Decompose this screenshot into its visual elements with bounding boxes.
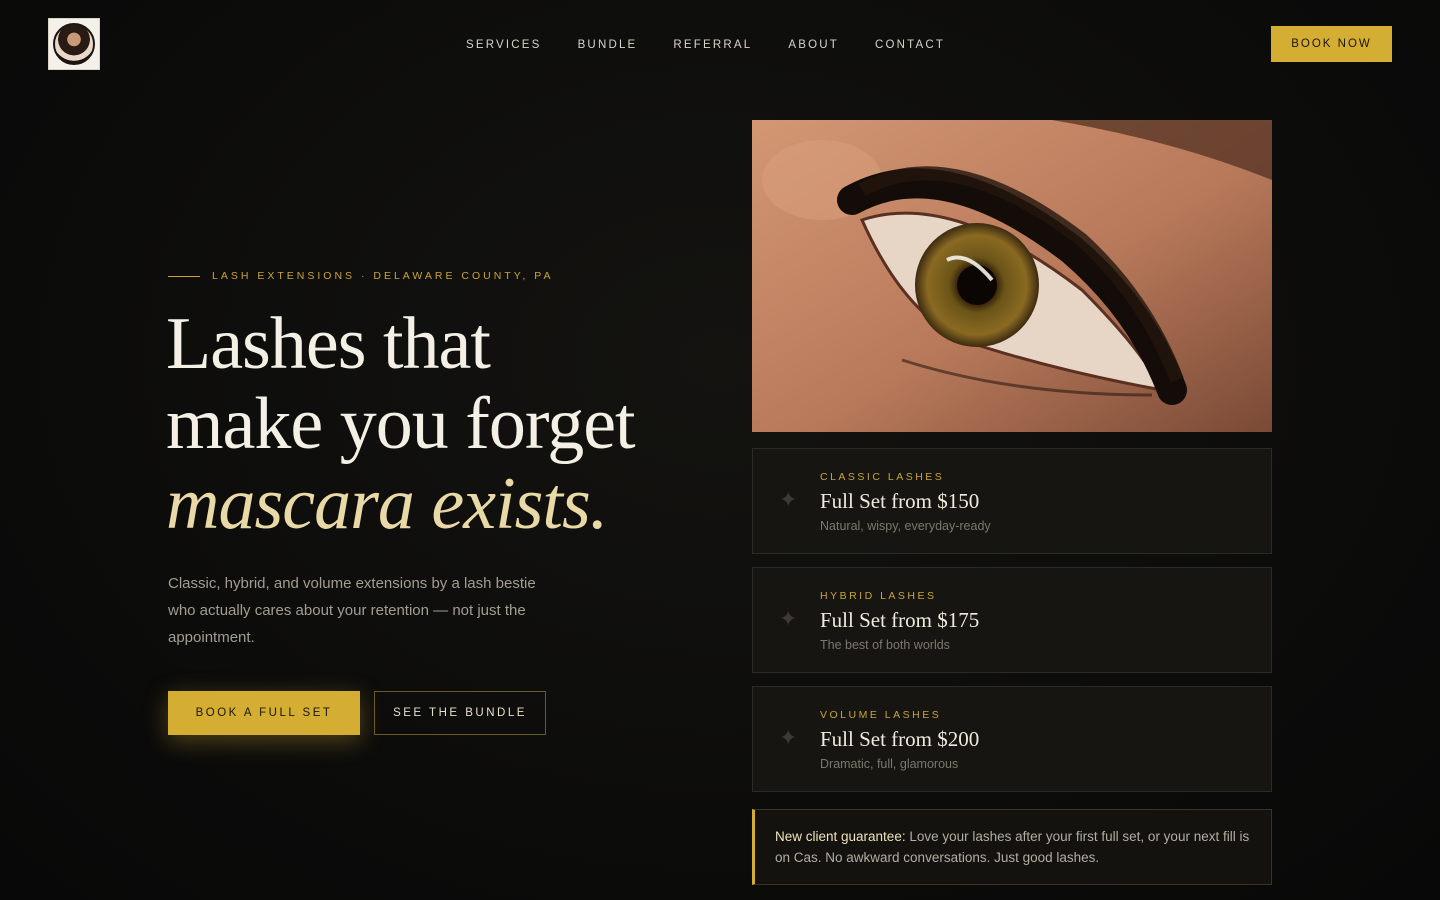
sparkle-icon: ✦: [779, 487, 798, 512]
main-nav: SERVICES BUNDLE REFERRAL ABOUT CONTACT: [466, 38, 981, 52]
logo-avatar-icon: [53, 23, 95, 65]
hero-headline: Lashes that make you forget mascara exis…: [166, 304, 686, 544]
eye-illustration: [752, 120, 1272, 432]
hero-eyebrow: LASH EXTENSIONS · DELAWARE COUNTY, PA: [168, 270, 553, 282]
hero-eye-photo: [752, 120, 1272, 432]
eyebrow-rule: [168, 275, 200, 277]
service-price: Full Set from $200: [820, 727, 980, 751]
headline-line-2: make you forget: [166, 383, 636, 465]
service-category: VOLUME LASHES: [820, 709, 942, 721]
hero-lede: Classic, hybrid, and volume extensions b…: [168, 575, 536, 646]
service-card-hybrid[interactable]: ✦ HYBRID LASHES Full Set from $175 The b…: [752, 567, 1272, 673]
book-full-set-button[interactable]: BOOK A FULL SET: [168, 691, 360, 735]
service-desc: Dramatic, full, glamorous: [820, 757, 959, 771]
nav-link-about[interactable]: ABOUT: [788, 38, 839, 52]
service-category: CLASSIC LASHES: [820, 471, 945, 483]
see-bundle-button[interactable]: SEE THE BUNDLE: [374, 691, 546, 735]
nav-link-referral[interactable]: REFERRAL: [673, 38, 752, 52]
service-desc: The best of both worlds: [820, 638, 950, 652]
headline-line-1: Lashes that: [166, 303, 491, 385]
nav-link-contact[interactable]: CONTACT: [875, 38, 945, 52]
nav-link-bundle[interactable]: BUNDLE: [578, 38, 638, 52]
service-price: Full Set from $175: [820, 608, 980, 632]
headline-accent: mascara exists.: [166, 463, 608, 545]
guarantee-lead: New client guarantee:: [775, 829, 906, 844]
service-desc: Natural, wispy, everyday-ready: [820, 519, 991, 533]
guarantee-callout: New client guarantee: Love your lashes a…: [752, 809, 1272, 885]
eyebrow-text: LASH EXTENSIONS · DELAWARE COUNTY, PA: [212, 270, 554, 282]
service-card-volume[interactable]: ✦ VOLUME LASHES Full Set from $200 Drama…: [752, 686, 1272, 792]
sparkle-icon: ✦: [779, 725, 798, 750]
sparkle-icon: ✦: [779, 606, 798, 631]
logo[interactable]: [48, 18, 100, 70]
service-category: HYBRID LASHES: [820, 590, 937, 602]
service-card-classic[interactable]: ✦ CLASSIC LASHES Full Set from $150 Natu…: [752, 448, 1272, 554]
service-price: Full Set from $150: [820, 489, 980, 513]
book-now-button[interactable]: BOOK NOW: [1271, 26, 1392, 62]
nav-link-services[interactable]: SERVICES: [466, 38, 542, 52]
